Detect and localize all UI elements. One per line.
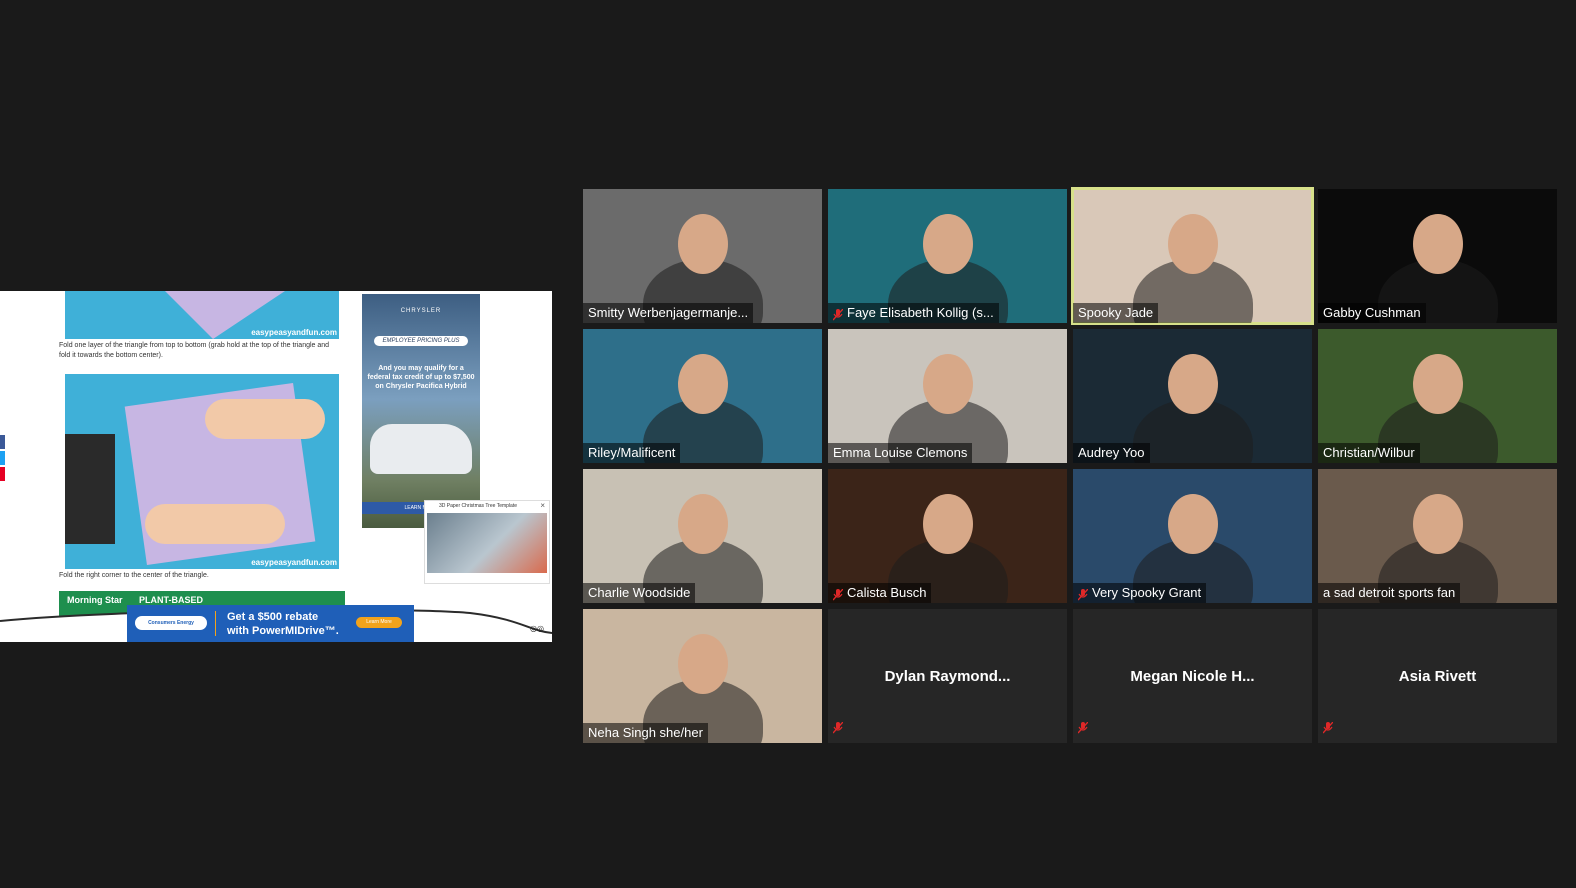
participant-name-tag: Riley/Malificent (583, 443, 681, 463)
participant-name-tag: Spooky Jade (1073, 303, 1159, 323)
participant-face (1413, 494, 1463, 554)
participant-name: Emma Louise Clemons (833, 445, 968, 460)
photo-watermark: easypeasyandfun.com (251, 328, 337, 337)
participant-face (678, 354, 728, 414)
participant-name-tag: Gabby Cushman (1318, 303, 1426, 323)
participant-name-tag: Smitty Werbenjagermanje... (583, 303, 754, 323)
participant-face (923, 354, 973, 414)
participant-tile[interactable]: Faye Elisabeth Kollig (s... (828, 189, 1067, 323)
ad-brand: CHRYSLER (400, 308, 442, 314)
participant-tile[interactable]: Charlie Woodside (583, 469, 822, 603)
participant-name: Dylan Raymond... (884, 667, 1011, 685)
participant-name-tag: Faye Elisabeth Kollig (s... (828, 303, 999, 323)
participant-name: Riley/Malificent (588, 445, 676, 460)
twitter-share-icon[interactable] (0, 451, 5, 465)
ad-copy: And you may qualify for a federal tax cr… (367, 365, 475, 390)
participant-name: Megan Nicole H... (1130, 667, 1255, 685)
ad-logo: Consumers Energy (135, 616, 207, 630)
participant-face (1413, 214, 1463, 274)
participant-name: Smitty Werbenjagermanje... (588, 305, 749, 320)
participant-face (678, 634, 728, 694)
muted-mic-icon (832, 721, 844, 739)
participant-name-tag: Christian/Wilbur (1318, 443, 1420, 463)
participant-face (923, 494, 973, 554)
participant-name: Neha Singh she/her (588, 725, 703, 740)
muted-mic-icon (832, 307, 844, 321)
participant-tile[interactable]: Asia Rivett (1318, 609, 1557, 743)
participant-name: a sad detroit sports fan (1323, 585, 1456, 600)
participant-face (1168, 494, 1218, 554)
participant-face (678, 494, 728, 554)
participant-name: Faye Elisabeth Kollig (s... (847, 305, 994, 320)
participant-tile[interactable]: Gabby Cushman (1318, 189, 1557, 323)
muted-mic-icon (1077, 721, 1089, 739)
hand-bottom (145, 504, 285, 544)
participant-name: Spooky Jade (1078, 305, 1154, 320)
close-icon[interactable]: × (540, 501, 545, 510)
participant-tile[interactable]: Audrey Yoo (1073, 329, 1312, 463)
bat-craft (65, 434, 115, 544)
participant-tile[interactable]: Riley/Malificent (583, 329, 822, 463)
participant-name-tag: Emma Louise Clemons (828, 443, 973, 463)
participant-tile[interactable]: Calista Busch (828, 469, 1067, 603)
ad-pill: EMPLOYEE PRICING PLUS (374, 336, 468, 346)
rebate-ad[interactable]: Consumers Energy Get a $500 rebate with … (127, 605, 414, 642)
participant-tile[interactable]: Megan Nicole H... (1073, 609, 1312, 743)
participant-name: Charlie Woodside (588, 585, 691, 600)
participant-name: Gabby Cushman (1323, 305, 1421, 320)
photo-watermark: easypeasyandfun.com (251, 558, 337, 567)
participant-tile[interactable]: Spooky Jade (1071, 187, 1314, 325)
participant-name-tag: Calista Busch (828, 583, 932, 603)
shared-screen[interactable]: easypeasyandfun.com Fold one layer of th… (0, 291, 552, 642)
participant-name-tag: Audrey Yoo (1073, 443, 1150, 463)
participant-tile[interactable]: Very Spooky Grant (1073, 469, 1312, 603)
participant-name-tag: a sad detroit sports fan (1318, 583, 1461, 603)
ad-line-2: with PowerMIDrive™. (227, 625, 339, 637)
participant-tile[interactable]: Dylan Raymond... (828, 609, 1067, 743)
participant-name: Very Spooky Grant (1092, 585, 1202, 600)
participant-tile[interactable]: Smitty Werbenjagermanje... (583, 189, 822, 323)
muted-mic-icon (1322, 721, 1334, 739)
muted-mic-icon (832, 587, 844, 601)
ad-info-icon[interactable]: ◎◎ (530, 624, 544, 633)
car-ad[interactable]: CHRYSLER EMPLOYEE PRICING PLUS And you m… (362, 294, 480, 528)
ad-divider (215, 611, 216, 636)
pinterest-share-icon[interactable] (0, 467, 5, 481)
step-caption: Fold the right corner to the center of t… (59, 572, 209, 579)
video-ad[interactable]: 3D Paper Christmas Tree Template × (424, 500, 550, 584)
participant-name-tag: Charlie Woodside (583, 583, 696, 603)
video-ad-title: 3D Paper Christmas Tree Template (439, 503, 517, 509)
muted-mic-icon (1077, 587, 1089, 601)
participant-name: Calista Busch (847, 585, 927, 600)
learn-more-button[interactable]: Learn More (356, 617, 402, 628)
hand-top (205, 399, 325, 439)
tutorial-photo-2: easypeasyandfun.com (65, 374, 339, 569)
participant-face (1168, 214, 1218, 274)
participant-name: Asia Rivett (1398, 667, 1477, 685)
participant-tile[interactable]: Christian/Wilbur (1318, 329, 1557, 463)
participant-face (1413, 354, 1463, 414)
video-ad-player[interactable] (427, 513, 547, 573)
ad-line-1: Get a $500 rebate (227, 611, 319, 623)
participant-name: Christian/Wilbur (1323, 445, 1415, 460)
tutorial-photo-1: easypeasyandfun.com (65, 291, 339, 339)
car-image (370, 424, 472, 474)
participant-tile[interactable]: Emma Louise Clemons (828, 329, 1067, 463)
participant-face (923, 214, 973, 274)
participant-tile[interactable]: a sad detroit sports fan (1318, 469, 1557, 603)
participant-face (678, 214, 728, 274)
participant-name-tag: Neha Singh she/her (583, 723, 708, 743)
facebook-share-icon[interactable] (0, 435, 5, 449)
step-caption: Fold one layer of the triangle from top … (59, 342, 330, 359)
participant-name-tag: Very Spooky Grant (1073, 583, 1207, 603)
participant-name: Audrey Yoo (1078, 445, 1145, 460)
participant-tile[interactable]: Neha Singh she/her (583, 609, 822, 743)
participant-face (1168, 354, 1218, 414)
